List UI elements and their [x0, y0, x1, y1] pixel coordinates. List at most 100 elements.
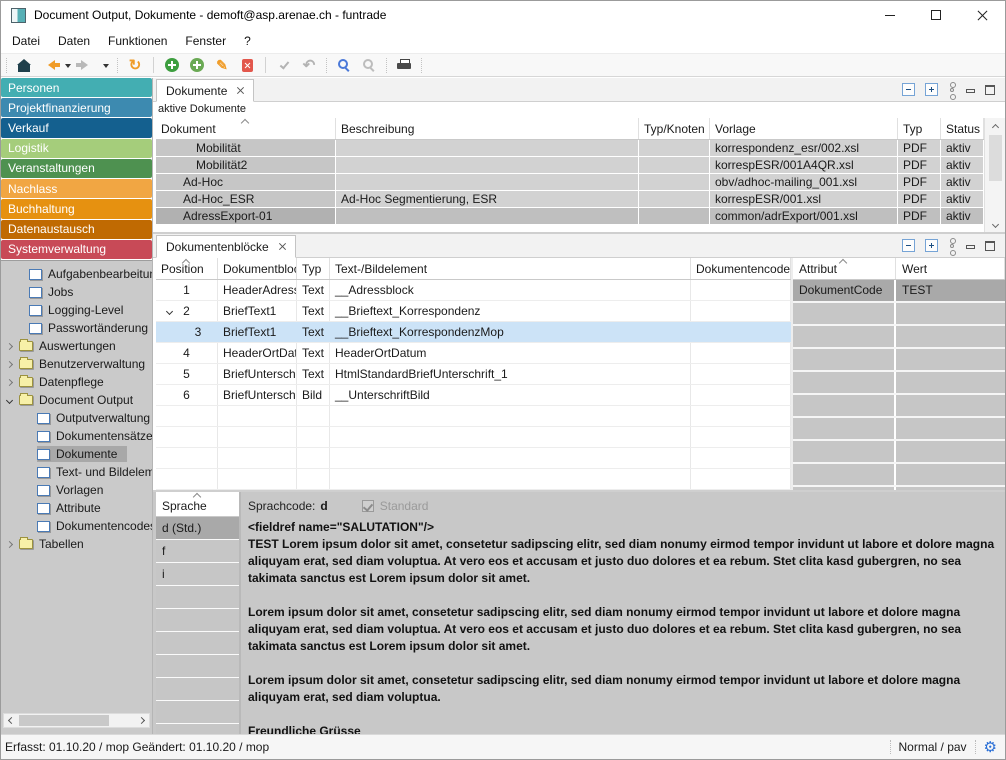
- table-row-selected[interactable]: AdressExport-01common/adrExport/001.xslP…: [156, 208, 984, 225]
- table-row-selected[interactable]: 3BriefText1Text__Brieftext_Korrespondenz…: [156, 322, 791, 343]
- tree-item-aufgabenbearbeitung[interactable]: Aufgabenbearbeitung: [1, 265, 152, 283]
- column-header-status[interactable]: Status: [941, 118, 984, 139]
- expand-all-icon[interactable]: [925, 83, 938, 96]
- tree-horizontal-scrollbar[interactable]: [3, 713, 150, 728]
- column-header-dokument[interactable]: Dokument: [156, 118, 336, 139]
- panel-menu-icon[interactable]: [950, 88, 954, 92]
- table-row[interactable]: 6BriefUntersch...Bild__UnterschriftBild: [156, 385, 791, 406]
- tree-item-vorlagen[interactable]: Vorlagen: [1, 481, 152, 499]
- column-header-typ[interactable]: Typ: [297, 258, 330, 279]
- forward-button[interactable]: [78, 55, 96, 75]
- tree-item-tabellen[interactable]: Tabellen: [1, 535, 152, 553]
- toolbar-grip[interactable]: [6, 58, 7, 73]
- chevron-right-icon[interactable]: [6, 540, 13, 547]
- column-header-wert[interactable]: Wert: [896, 258, 1005, 279]
- search-secondary-button[interactable]: [360, 55, 378, 75]
- column-header-dokumentencode[interactable]: Dokumentencode: [691, 258, 791, 279]
- language-item-f[interactable]: f: [156, 540, 239, 563]
- collapse-all-icon[interactable]: [902, 83, 915, 96]
- menu-daten[interactable]: Daten: [49, 31, 99, 51]
- standard-checkbox[interactable]: [362, 500, 374, 512]
- tab-dokumentenbloecke[interactable]: Dokumentenblöcke: [156, 235, 296, 258]
- table-row[interactable]: Ad-Hocobv/adhoc-mailing_001.xslPDFaktiv: [156, 174, 984, 191]
- panel-maximize-icon[interactable]: [985, 85, 995, 95]
- collapse-all-icon[interactable]: [902, 239, 915, 252]
- column-header-vorlage[interactable]: Vorlage: [710, 118, 898, 139]
- menu-fenster[interactable]: Fenster: [176, 31, 235, 51]
- table-row[interactable]: 1HeaderAdresseText__Adressblock: [156, 280, 791, 301]
- toolbar-grip[interactable]: [326, 58, 327, 73]
- language-item-i[interactable]: i: [156, 563, 239, 586]
- panel-minimize-icon[interactable]: [966, 89, 975, 93]
- panel-menu-icon[interactable]: [950, 244, 954, 248]
- panel-maximize-icon[interactable]: [985, 241, 995, 251]
- back-button[interactable]: [40, 55, 58, 75]
- table-row[interactable]: Mobilität2korrespESR/001A4QR.xslPDFaktiv: [156, 157, 984, 174]
- add-button[interactable]: [163, 55, 181, 75]
- chevron-right-icon[interactable]: [6, 360, 13, 367]
- scroll-up-button[interactable]: [985, 118, 1005, 133]
- chevron-down-icon[interactable]: [6, 396, 13, 403]
- table-row[interactable]: Ad-Hoc_ESRAd-Hoc Segmentierung, ESRkorre…: [156, 191, 984, 208]
- search-button[interactable]: [335, 55, 353, 75]
- language-item-d[interactable]: d (Std.): [156, 517, 239, 540]
- tree-item-auswertungen[interactable]: Auswertungen: [1, 337, 152, 355]
- tree-item-logging-level[interactable]: Logging-Level: [1, 301, 152, 319]
- module-logistik[interactable]: Logistik: [1, 139, 152, 158]
- table-row[interactable]: 4HeaderOrtDat...TextHeaderOrtDatum: [156, 343, 791, 364]
- menu-funktionen[interactable]: Funktionen: [99, 31, 176, 51]
- toolbar-grip[interactable]: [421, 58, 422, 73]
- delete-button[interactable]: [238, 55, 256, 75]
- refresh-button[interactable]: [126, 55, 144, 75]
- forward-dropdown-icon[interactable]: [103, 64, 109, 71]
- panel-minimize-icon[interactable]: [966, 245, 975, 249]
- column-header-position[interactable]: Position: [156, 258, 218, 279]
- column-header-attribut[interactable]: Attribut: [793, 258, 896, 279]
- column-header-typ-knoten[interactable]: Typ/Knoten: [639, 118, 710, 139]
- settings-gear-icon[interactable]: ⚙: [984, 740, 997, 755]
- menu-help[interactable]: ?: [235, 31, 260, 51]
- chevron-right-icon[interactable]: [6, 378, 13, 385]
- tree-item-text-und-bildelemente[interactable]: Text- und Bildeleme: [1, 463, 152, 481]
- module-systemverwaltung[interactable]: Systemverwaltung: [1, 240, 152, 259]
- module-personen[interactable]: Personen: [1, 78, 152, 97]
- minimize-button[interactable]: [867, 1, 913, 29]
- scroll-left-button[interactable]: [4, 718, 19, 723]
- column-header-text-bildelement[interactable]: Text-/Bildelement: [330, 258, 691, 279]
- scroll-right-button[interactable]: [134, 718, 149, 723]
- menu-datei[interactable]: Datei: [3, 31, 49, 51]
- confirm-button[interactable]: [275, 55, 293, 75]
- tree-item-dokumente[interactable]: Dokumente: [1, 445, 152, 463]
- tab-dokumente[interactable]: Dokumente: [156, 79, 254, 102]
- table-row[interactable]: Mobilitätkorrespondenz_esr/002.xslPDFakt…: [156, 140, 984, 157]
- table-row[interactable]: 2BriefText1Text__Brieftext_Korrespondenz: [156, 301, 791, 322]
- tree-item-dokumentencodes[interactable]: Dokumentencodes: [1, 517, 152, 535]
- tree-item-outputverwaltung[interactable]: Outputverwaltung: [1, 409, 152, 427]
- chevron-right-icon[interactable]: [6, 342, 13, 349]
- column-header-typ[interactable]: Typ: [898, 118, 941, 139]
- tree-item-datenpflege[interactable]: Datenpflege: [1, 373, 152, 391]
- document-text-editor[interactable]: <fieldref name="SALUTATION"/> TEST Lorem…: [248, 519, 995, 734]
- tree-item-passwortaenderung[interactable]: Passwortänderung: [1, 319, 152, 337]
- column-header-dokumentblock[interactable]: Dokumentblock: [218, 258, 297, 279]
- scroll-down-button[interactable]: [985, 217, 1005, 232]
- tab-close-icon[interactable]: [278, 243, 286, 251]
- edit-button[interactable]: [213, 55, 231, 75]
- module-nachlass[interactable]: Nachlass: [1, 179, 152, 198]
- home-button[interactable]: [15, 55, 33, 75]
- module-veranstaltungen[interactable]: Veranstaltungen: [1, 159, 152, 178]
- documents-vertical-scrollbar[interactable]: [984, 118, 1005, 232]
- column-header-sprache[interactable]: Sprache: [156, 492, 239, 517]
- module-datenaustausch[interactable]: Datenaustausch: [1, 220, 152, 239]
- tree-item-benutzerverwaltung[interactable]: Benutzerverwaltung: [1, 355, 152, 373]
- column-header-beschreibung[interactable]: Beschreibung: [336, 118, 639, 139]
- scrollbar-thumb[interactable]: [19, 715, 109, 726]
- scrollbar-thumb[interactable]: [989, 135, 1002, 181]
- module-projektfinanzierung[interactable]: Projektfinanzierung: [1, 98, 152, 117]
- attribute-row-selected[interactable]: DokumentCodeTEST: [793, 280, 1005, 303]
- add-copy-button[interactable]: [188, 55, 206, 75]
- tree-item-attribute[interactable]: Attribute: [1, 499, 152, 517]
- chevron-down-icon[interactable]: [166, 308, 173, 315]
- tree-item-dokumentensaetze[interactable]: Dokumentensätze: [1, 427, 152, 445]
- module-verkauf[interactable]: Verkauf: [1, 118, 152, 137]
